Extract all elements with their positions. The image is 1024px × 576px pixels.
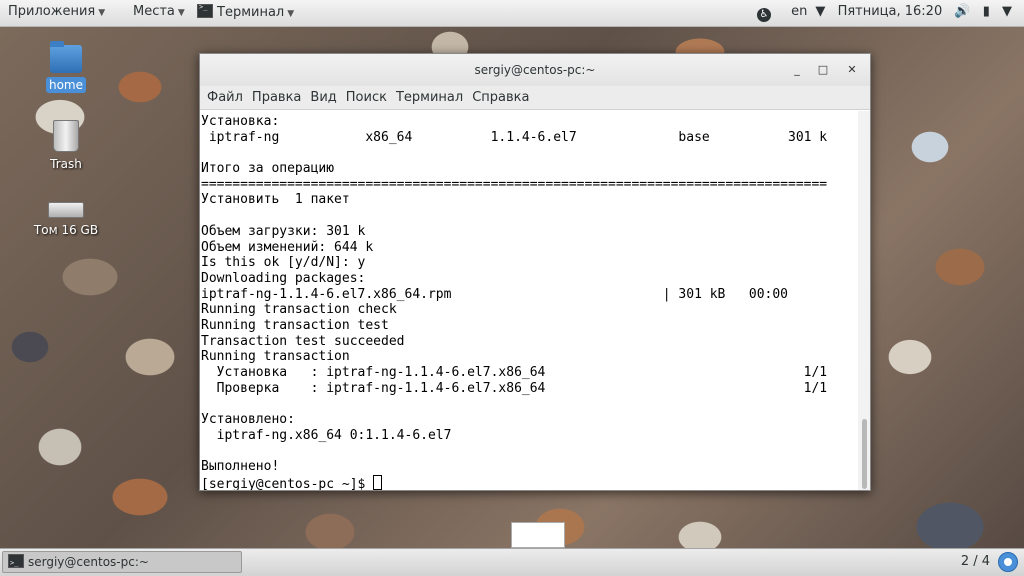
desktop-icon-trash[interactable]: Trash (26, 120, 106, 172)
terminal-line: Итого за операцию (201, 161, 335, 177)
terminal-line: Is this ok [y/d/N]: y (201, 255, 366, 271)
terminal-line: iptraf-ng x86_64 1.1.4-6.el7 base 301 k (201, 129, 828, 145)
battery-icon[interactable]: ▮ (983, 4, 990, 19)
terminal-line: Установка: (201, 114, 280, 129)
terminal-line: Установка : iptraf-ng-1.1.4-6.el7.x86_64… (201, 365, 828, 380)
taskbar-terminal-button[interactable]: sergiy@centos-pc:~ (2, 551, 242, 573)
language-indicator[interactable]: en ▼ (783, 4, 825, 19)
terminal-line: iptraf-ng-1.1.4-6.el7.x86_64.rpm | 301 k… (201, 286, 788, 302)
terminal-line: Running transaction (201, 349, 350, 365)
top-panel: Приложения▼ Места▼ Терминал▼ ♿ en▼ Пятни… (0, 0, 1024, 27)
terminal-scrollbar[interactable] (858, 111, 870, 490)
terminal-line: Running transaction test (201, 317, 389, 333)
terminal-line: Выполнено! (201, 459, 280, 475)
clock[interactable]: Пятница, 16:20 (838, 4, 943, 19)
active-app-label: Терминал (217, 5, 285, 20)
terminal-line: Transaction test succeeded (201, 333, 405, 349)
places-menu[interactable]: Места ▼ (133, 4, 185, 19)
prompt-text: [sergiy@centos-pc ~]$ (201, 476, 374, 490)
window-menubar: Файл Правка Вид Поиск Терминал Справка (200, 86, 870, 110)
scrollbar-thumb[interactable] (862, 419, 867, 489)
close-button[interactable]: ✕ (843, 61, 861, 79)
volume-icon[interactable]: 🔊 (954, 4, 970, 19)
menu-search[interactable]: Поиск (346, 86, 387, 110)
menu-view[interactable]: Вид (310, 86, 336, 110)
menu-edit[interactable]: Правка (252, 86, 301, 110)
active-app-menu[interactable]: Терминал▼ (197, 3, 295, 20)
chevron-down-icon: ▼ (98, 8, 106, 18)
terminal-line: Running transaction check (201, 302, 397, 318)
system-tray: ♿ en ▼ Пятница, 16:20 🔊 ▮ ▼ (749, 4, 1012, 22)
trash-icon (53, 120, 79, 152)
places-label: Места (133, 4, 175, 19)
terminal-line: Установить 1 пакет (201, 192, 350, 208)
terminal-line: iptraf-ng.x86_64 0:1.1.4-6.el7 (201, 427, 452, 443)
desktop-icon-label: Trash (50, 157, 82, 171)
chevron-down-icon: ▼ (287, 9, 295, 19)
terminal-icon (8, 553, 24, 573)
terminal-line: Downloading packages: (201, 270, 366, 286)
desktop-icon-label: home (45, 77, 87, 93)
chevron-down-icon: ▼ (177, 8, 185, 18)
desktop-icon-home[interactable]: home (26, 41, 106, 93)
bottom-panel: sergiy@centos-pc:~ 2 / 4 (0, 548, 1024, 576)
accessibility-icon[interactable]: ♿ (757, 8, 772, 22)
desktop-icon-volume[interactable]: Том 16 GB (26, 192, 106, 238)
terminal-line: Установлено: (201, 412, 295, 428)
menu-help[interactable]: Справка (472, 86, 529, 110)
menu-file[interactable]: Файл (207, 86, 243, 110)
terminal-line: Объем изменений: 644 k (201, 239, 374, 255)
terminal-output[interactable]: Установка: iptraf-ng x86_64 1.1.4-6.el7 … (200, 111, 858, 490)
terminal-lines: Установка: iptraf-ng x86_64 1.1.4-6.el7 … (200, 111, 858, 490)
home-folder-icon (50, 41, 82, 73)
applications-label: Приложения (8, 4, 96, 19)
window-title: sergiy@centos-pc:~ (474, 63, 596, 77)
terminal-line: ========================================… (201, 176, 828, 192)
notification-icon[interactable] (998, 552, 1018, 572)
window-preview-thumbnail (511, 522, 565, 548)
applications-menu[interactable]: Приложения ▼ (8, 4, 105, 19)
desktop-icon-label: Том 16 GB (33, 223, 99, 237)
taskbar-task-label: sergiy@centos-pc:~ (28, 555, 149, 569)
terminal-line: Объем загрузки: 301 k (201, 223, 366, 239)
terminal-icon (197, 3, 213, 18)
drive-icon (48, 202, 84, 218)
terminal-window[interactable]: sergiy@centos-pc:~ _ □ ✕ Файл Правка Вид По… (199, 53, 871, 491)
terminal-line: Проверка : iptraf-ng-1.1.4-6.el7.x86_64 … (201, 380, 828, 396)
text-cursor (373, 474, 383, 490)
minimize-button[interactable]: _ (788, 61, 806, 79)
menu-terminal[interactable]: Терминал (396, 86, 463, 110)
window-titlebar[interactable]: sergiy@centos-pc:~ _ □ ✕ (200, 54, 870, 86)
terminal-prompt: [sergiy@centos-pc ~]$ (201, 474, 858, 490)
chevron-down-icon: ▼ (815, 4, 826, 19)
maximize-button[interactable]: □ (814, 61, 832, 79)
workspace-switcher[interactable]: 2 / 4 (961, 554, 990, 569)
chevron-down-icon[interactable]: ▼ (1002, 4, 1012, 19)
